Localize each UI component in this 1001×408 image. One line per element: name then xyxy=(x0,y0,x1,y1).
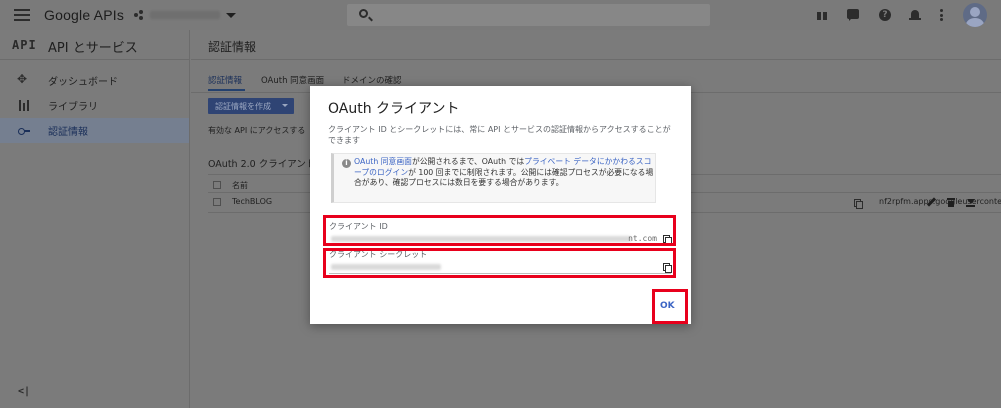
column-header-name: 名前 xyxy=(232,181,248,190)
project-name-redacted[interactable] xyxy=(150,11,220,19)
caret-down-icon[interactable] xyxy=(226,13,236,18)
sidebar-header: API API とサービス xyxy=(0,30,189,60)
sidebar-item-dashboard[interactable]: ダッシュボード xyxy=(0,68,189,93)
tab-domain-verification[interactable]: ドメインの確認 xyxy=(342,74,402,86)
collapse-sidebar-icon[interactable]: <| xyxy=(18,386,30,397)
ok-button[interactable]: OK xyxy=(660,301,675,311)
dashboard-icon xyxy=(17,72,29,86)
caret-down-icon xyxy=(282,104,288,107)
client-name-link[interactable]: TechBLOG xyxy=(232,197,272,206)
credentials-description: 有効な API にアクセスする xyxy=(208,126,306,135)
help-icon[interactable]: ? xyxy=(879,9,891,21)
search-input[interactable] xyxy=(347,4,710,26)
sidebar-item-credentials[interactable]: 認証情報 xyxy=(0,118,189,143)
create-credentials-button[interactable]: 認証情報を作成 xyxy=(208,98,294,114)
key-icon xyxy=(18,125,30,136)
project-dots-icon[interactable] xyxy=(134,10,146,20)
sidebar: API API とサービス ダッシュボード ライブラリ 認証情報 <| xyxy=(0,30,190,408)
notice-text: OAuth 同意画面が公開されるまで、OAuth ではプライベート データにかか… xyxy=(354,157,654,187)
notifications-icon[interactable] xyxy=(909,9,921,21)
highlight-box-client-id xyxy=(323,215,676,246)
sidebar-item-label: 認証情報 xyxy=(48,127,88,138)
top-app-bar: Google APIs ? xyxy=(0,0,1001,30)
download-icon[interactable] xyxy=(966,197,975,207)
info-icon: i xyxy=(342,159,351,168)
info-notice: i OAuth 同意画面が公開されるまで、OAuth ではプライベート データに… xyxy=(331,153,656,203)
tab-oauth-consent[interactable]: OAuth 同意画面 xyxy=(261,74,324,86)
library-icon xyxy=(18,100,29,111)
brand-logo[interactable]: Google APIs xyxy=(44,7,124,23)
tab-credentials[interactable]: 認証情報 xyxy=(208,74,242,86)
create-credentials-label: 認証情報を作成 xyxy=(215,102,271,111)
delete-icon[interactable] xyxy=(947,198,955,207)
feedback-icon[interactable] xyxy=(847,9,859,21)
highlight-box-client-secret xyxy=(323,248,676,278)
edit-icon[interactable] xyxy=(927,198,936,207)
oauth-client-dialog: OAuth クライアント クライアント ID とシークレットには、常に API … xyxy=(310,86,691,324)
search-icon xyxy=(359,9,368,18)
oauth-consent-link[interactable]: OAuth 同意画面 xyxy=(354,157,412,166)
oauth-clients-heading: OAuth 2.0 クライアント xyxy=(208,159,316,170)
sidebar-title: API とサービス xyxy=(48,41,138,56)
api-logo: API xyxy=(12,38,37,52)
select-all-checkbox[interactable] xyxy=(213,181,221,189)
row-checkbox[interactable] xyxy=(213,198,221,206)
page-title: 認証情報 xyxy=(208,40,257,54)
gift-icon[interactable] xyxy=(816,9,828,21)
account-avatar[interactable] xyxy=(963,3,987,27)
dialog-description: クライアント ID とシークレットには、常に API とサービスの認証情報からア… xyxy=(328,125,671,145)
active-tab-indicator xyxy=(208,89,245,91)
hamburger-menu-icon[interactable] xyxy=(14,9,30,21)
client-id-value: nf2rpfm.apps.googleusercontent.com xyxy=(879,197,1001,206)
dialog-title: OAuth クライアント xyxy=(328,101,460,117)
sidebar-item-library[interactable]: ライブラリ xyxy=(0,93,189,118)
more-vert-icon[interactable] xyxy=(940,9,944,21)
copy-icon[interactable] xyxy=(854,199,863,209)
sidebar-item-label: ライブラリ xyxy=(48,102,98,113)
main-header: 認証情報 xyxy=(191,30,1001,60)
sidebar-item-label: ダッシュボード xyxy=(48,77,118,88)
